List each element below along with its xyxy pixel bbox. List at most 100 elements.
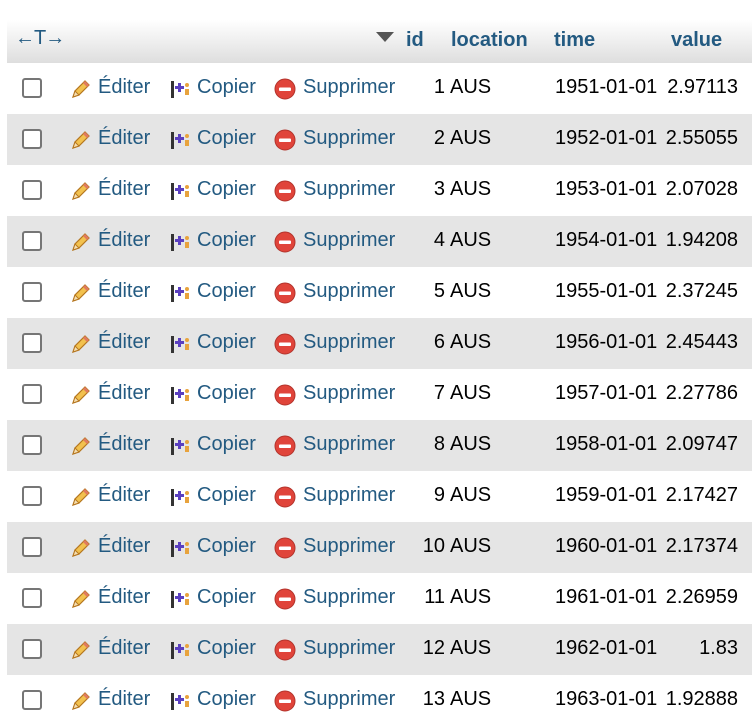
- delete-link[interactable]: Supprimer: [303, 637, 395, 660]
- copy-icon[interactable]: [168, 230, 192, 254]
- delete-link[interactable]: Supprimer: [303, 535, 395, 558]
- sort-dropdown-icon[interactable]: [376, 32, 394, 42]
- copy-link[interactable]: Copier: [197, 688, 256, 711]
- delete-icon[interactable]: [273, 332, 297, 356]
- edit-link[interactable]: Éditer: [98, 127, 150, 150]
- delete-icon[interactable]: [273, 638, 297, 662]
- pencil-icon[interactable]: [69, 281, 93, 305]
- delete-link[interactable]: Supprimer: [303, 484, 395, 507]
- column-header-time[interactable]: time: [554, 29, 595, 52]
- edit-link[interactable]: Éditer: [98, 382, 150, 405]
- pencil-icon[interactable]: [69, 128, 93, 152]
- copy-link[interactable]: Copier: [197, 331, 256, 354]
- pencil-icon[interactable]: [69, 536, 93, 560]
- row-checkbox[interactable]: [22, 435, 42, 455]
- row-checkbox[interactable]: [22, 384, 42, 404]
- pencil-icon[interactable]: [69, 230, 93, 254]
- delete-icon[interactable]: [273, 485, 297, 509]
- pencil-icon[interactable]: [69, 689, 93, 713]
- row-checkbox[interactable]: [22, 180, 42, 200]
- copy-link[interactable]: Copier: [197, 535, 256, 558]
- edit-link[interactable]: Éditer: [98, 586, 150, 609]
- delete-icon[interactable]: [273, 179, 297, 203]
- edit-link[interactable]: Éditer: [98, 484, 150, 507]
- delete-link[interactable]: Supprimer: [303, 331, 395, 354]
- row-checkbox[interactable]: [22, 282, 42, 302]
- row-checkbox[interactable]: [22, 333, 42, 353]
- copy-link[interactable]: Copier: [197, 178, 256, 201]
- copy-icon[interactable]: [168, 587, 192, 611]
- copy-link[interactable]: Copier: [197, 382, 256, 405]
- edit-link[interactable]: Éditer: [98, 280, 150, 303]
- copy-icon[interactable]: [168, 638, 192, 662]
- copy-link[interactable]: Copier: [197, 280, 256, 303]
- copy-link[interactable]: Copier: [197, 229, 256, 252]
- delete-link[interactable]: Supprimer: [303, 382, 395, 405]
- copy-link[interactable]: Copier: [197, 484, 256, 507]
- cell-time: 1953-01-01: [555, 178, 658, 200]
- pencil-icon[interactable]: [69, 434, 93, 458]
- column-header-location[interactable]: location: [451, 29, 528, 52]
- delete-link[interactable]: Supprimer: [303, 178, 395, 201]
- row-checkbox[interactable]: [22, 639, 42, 659]
- delete-icon[interactable]: [273, 689, 297, 713]
- pencil-icon[interactable]: [69, 332, 93, 356]
- edit-link[interactable]: Éditer: [98, 433, 150, 456]
- copy-icon[interactable]: [168, 485, 192, 509]
- pencil-icon[interactable]: [69, 638, 93, 662]
- copy-link[interactable]: Copier: [197, 433, 256, 456]
- copy-link[interactable]: Copier: [197, 586, 256, 609]
- column-arrows-control[interactable]: ←T→: [15, 27, 65, 50]
- pencil-icon[interactable]: [69, 485, 93, 509]
- delete-link[interactable]: Supprimer: [303, 433, 395, 456]
- delete-icon[interactable]: [273, 434, 297, 458]
- delete-link[interactable]: Supprimer: [303, 586, 395, 609]
- pencil-icon[interactable]: [69, 587, 93, 611]
- copy-icon[interactable]: [168, 536, 192, 560]
- column-header-id[interactable]: id: [406, 29, 424, 52]
- copy-icon[interactable]: [168, 383, 192, 407]
- delete-icon[interactable]: [273, 281, 297, 305]
- column-header-value[interactable]: value: [671, 29, 722, 52]
- pencil-icon[interactable]: [69, 383, 93, 407]
- delete-icon[interactable]: [273, 536, 297, 560]
- copy-icon[interactable]: [168, 281, 192, 305]
- row-checkbox[interactable]: [22, 690, 42, 710]
- row-checkbox[interactable]: [22, 588, 42, 608]
- copy-icon[interactable]: [168, 179, 192, 203]
- copy-icon[interactable]: [168, 689, 192, 713]
- delete-icon[interactable]: [273, 77, 297, 101]
- delete-icon[interactable]: [273, 128, 297, 152]
- delete-link[interactable]: Supprimer: [303, 280, 395, 303]
- row-checkbox[interactable]: [22, 537, 42, 557]
- copy-icon[interactable]: [168, 332, 192, 356]
- row-checkbox[interactable]: [22, 231, 42, 251]
- copy-icon[interactable]: [168, 434, 192, 458]
- copy-link[interactable]: Copier: [197, 637, 256, 660]
- delete-link[interactable]: Supprimer: [303, 127, 395, 150]
- delete-link[interactable]: Supprimer: [303, 688, 395, 711]
- delete-link[interactable]: Supprimer: [303, 229, 395, 252]
- delete-icon[interactable]: [273, 230, 297, 254]
- copy-link[interactable]: Copier: [197, 127, 256, 150]
- pencil-icon[interactable]: [69, 179, 93, 203]
- delete-icon[interactable]: [273, 587, 297, 611]
- cell-id: 2: [433, 127, 445, 149]
- edit-link[interactable]: Éditer: [98, 76, 150, 99]
- cell-time: 1954-01-01: [555, 229, 658, 251]
- row-checkbox[interactable]: [22, 78, 42, 98]
- pencil-icon[interactable]: [69, 77, 93, 101]
- copy-icon[interactable]: [168, 128, 192, 152]
- delete-link[interactable]: Supprimer: [303, 76, 395, 99]
- edit-link[interactable]: Éditer: [98, 331, 150, 354]
- row-checkbox[interactable]: [22, 129, 42, 149]
- copy-icon[interactable]: [168, 77, 192, 101]
- edit-link[interactable]: Éditer: [98, 535, 150, 558]
- edit-link[interactable]: Éditer: [98, 178, 150, 201]
- delete-icon[interactable]: [273, 383, 297, 407]
- edit-link[interactable]: Éditer: [98, 637, 150, 660]
- row-checkbox[interactable]: [22, 486, 42, 506]
- edit-link[interactable]: Éditer: [98, 688, 150, 711]
- copy-link[interactable]: Copier: [197, 76, 256, 99]
- edit-link[interactable]: Éditer: [98, 229, 150, 252]
